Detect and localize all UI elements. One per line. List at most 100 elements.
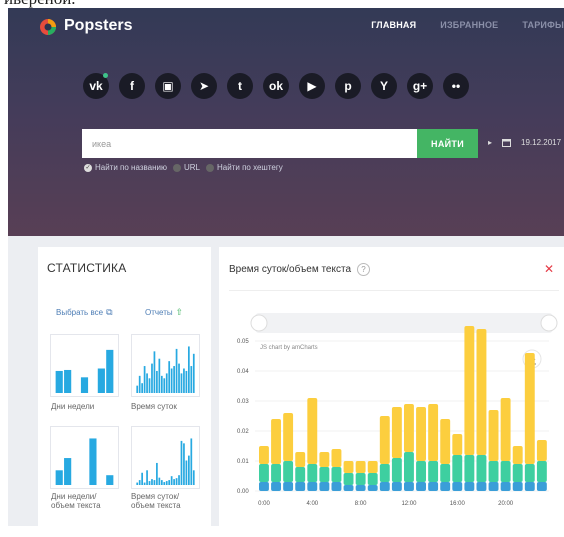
chart-bar[interactable] <box>355 485 366 491</box>
chart-bar[interactable] <box>307 398 318 464</box>
chart-bar[interactable] <box>476 329 487 455</box>
chart-bar[interactable] <box>379 464 390 482</box>
mini-chart-time-of-day[interactable] <box>131 334 200 397</box>
chart-bar[interactable] <box>319 482 330 491</box>
chart-bar[interactable] <box>379 482 390 491</box>
chart-bar[interactable] <box>536 440 547 461</box>
chart-bar[interactable] <box>343 473 354 485</box>
chart-bar[interactable] <box>283 461 294 482</box>
pinterest-icon[interactable]: p <box>335 73 361 99</box>
chart-bar[interactable] <box>452 455 463 482</box>
chart-bar[interactable] <box>524 353 535 464</box>
chart-bar[interactable] <box>488 461 499 482</box>
nav-item-main[interactable]: ГЛАВНАЯ <box>371 20 416 30</box>
chart-bar[interactable] <box>452 482 463 491</box>
chart-bar[interactable] <box>428 482 439 491</box>
chart-bar[interactable] <box>391 482 402 491</box>
chart-bar[interactable] <box>307 482 318 491</box>
nav-item-tariffs[interactable]: ТАРИФЫ <box>522 20 564 30</box>
reports-link[interactable]: Отчеты ⇧ <box>145 307 183 318</box>
chart-scroll-handle-right[interactable] <box>540 314 558 332</box>
chart-bar[interactable] <box>271 464 281 482</box>
chart-bar[interactable] <box>464 455 475 482</box>
chart-bar[interactable] <box>500 398 511 461</box>
chart-bar[interactable] <box>440 419 451 464</box>
chart-bar[interactable] <box>355 461 366 473</box>
chart-bar[interactable] <box>428 461 439 482</box>
chart-bar[interactable] <box>500 482 511 491</box>
chart-bar[interactable] <box>404 482 414 491</box>
flickr-icon[interactable]: •• <box>443 73 469 99</box>
chart-bar[interactable] <box>283 413 294 461</box>
mini-chart-time-text[interactable] <box>131 426 200 489</box>
select-all-link[interactable]: Выбрать все ⧉ <box>56 307 113 318</box>
chart-bar[interactable] <box>319 467 330 482</box>
chart-bar[interactable] <box>295 452 306 467</box>
chart-bar[interactable] <box>271 419 281 464</box>
chart-bar[interactable] <box>524 464 535 482</box>
chart-bar[interactable] <box>259 482 269 491</box>
youtube-icon[interactable]: ▶ <box>299 73 325 99</box>
chart-bar[interactable] <box>416 482 426 491</box>
option-by-name[interactable]: ✓ Найти по названию <box>84 163 167 172</box>
help-icon[interactable]: ? <box>357 263 371 276</box>
chart-bar[interactable] <box>464 482 475 491</box>
nav-item-favorites[interactable]: ИЗБРАННОЕ <box>440 20 498 30</box>
yammer-icon[interactable]: Y <box>371 73 397 99</box>
chart-bar[interactable] <box>295 467 306 482</box>
odnoklassniki-icon[interactable]: ok <box>263 73 289 99</box>
chart-bar[interactable] <box>536 461 547 482</box>
chart-bar[interactable] <box>524 482 535 491</box>
close-icon[interactable]: ✕ <box>544 262 554 276</box>
chart-bar[interactable] <box>428 404 439 461</box>
chart-scrollbar[interactable] <box>255 313 553 333</box>
mini-chart-weekdays[interactable] <box>50 334 119 397</box>
date-filter[interactable]: ▸ 19.12.2017 <box>488 138 561 147</box>
chart-bar[interactable] <box>536 482 547 491</box>
chart-scroll-handle-left[interactable] <box>250 314 268 332</box>
mini-chart-weekdays-text[interactable] <box>50 426 119 489</box>
chart-bar[interactable] <box>259 464 269 482</box>
chart-bar[interactable] <box>307 464 318 482</box>
chart-bar[interactable] <box>512 446 523 464</box>
chart-bar[interactable] <box>440 464 451 482</box>
chart-bar[interactable] <box>379 416 390 464</box>
instagram-icon[interactable]: ▣ <box>155 73 181 99</box>
chart-bar[interactable] <box>259 446 269 464</box>
chart-bar[interactable] <box>476 482 487 491</box>
chart-bar[interactable] <box>391 407 402 458</box>
chart-bar[interactable] <box>367 461 378 473</box>
chart-bar[interactable] <box>452 434 463 455</box>
chart-bar[interactable] <box>488 410 499 461</box>
chart-bar[interactable] <box>512 464 523 482</box>
chart-bar[interactable] <box>319 452 330 467</box>
chart-bar[interactable] <box>331 449 342 467</box>
chart-bar[interactable] <box>367 473 378 485</box>
chart-bar[interactable] <box>476 455 487 482</box>
chart-bar[interactable] <box>343 461 354 473</box>
chart-bar[interactable] <box>331 482 342 491</box>
chart-bar[interactable] <box>283 482 294 491</box>
google-plus-icon[interactable]: g+ <box>407 73 433 99</box>
chart-bar[interactable] <box>500 461 511 482</box>
vk-icon[interactable]: vk <box>83 73 109 99</box>
option-url[interactable]: URL <box>173 163 200 172</box>
chart-bar[interactable] <box>271 482 281 491</box>
chart-bar[interactable] <box>416 407 426 461</box>
twitter-icon[interactable]: t <box>227 73 253 99</box>
chart-bar[interactable] <box>512 482 523 491</box>
chart-bar[interactable] <box>416 461 426 482</box>
chart-bar[interactable] <box>464 326 475 455</box>
search-button[interactable]: НАЙТИ <box>417 129 478 158</box>
chart-bar[interactable] <box>355 473 366 485</box>
chart-bar[interactable] <box>488 482 499 491</box>
chart-bar[interactable] <box>440 482 451 491</box>
chart-bar[interactable] <box>343 485 354 491</box>
search-input[interactable] <box>82 129 417 158</box>
facebook-icon[interactable]: f <box>119 73 145 99</box>
chart-bar[interactable] <box>391 458 402 482</box>
option-by-hashtag[interactable]: Найти по хештегу <box>206 163 283 172</box>
chart-bar[interactable] <box>331 467 342 482</box>
telegram-icon[interactable]: ➤ <box>191 73 217 99</box>
chart-bar[interactable] <box>404 404 414 452</box>
